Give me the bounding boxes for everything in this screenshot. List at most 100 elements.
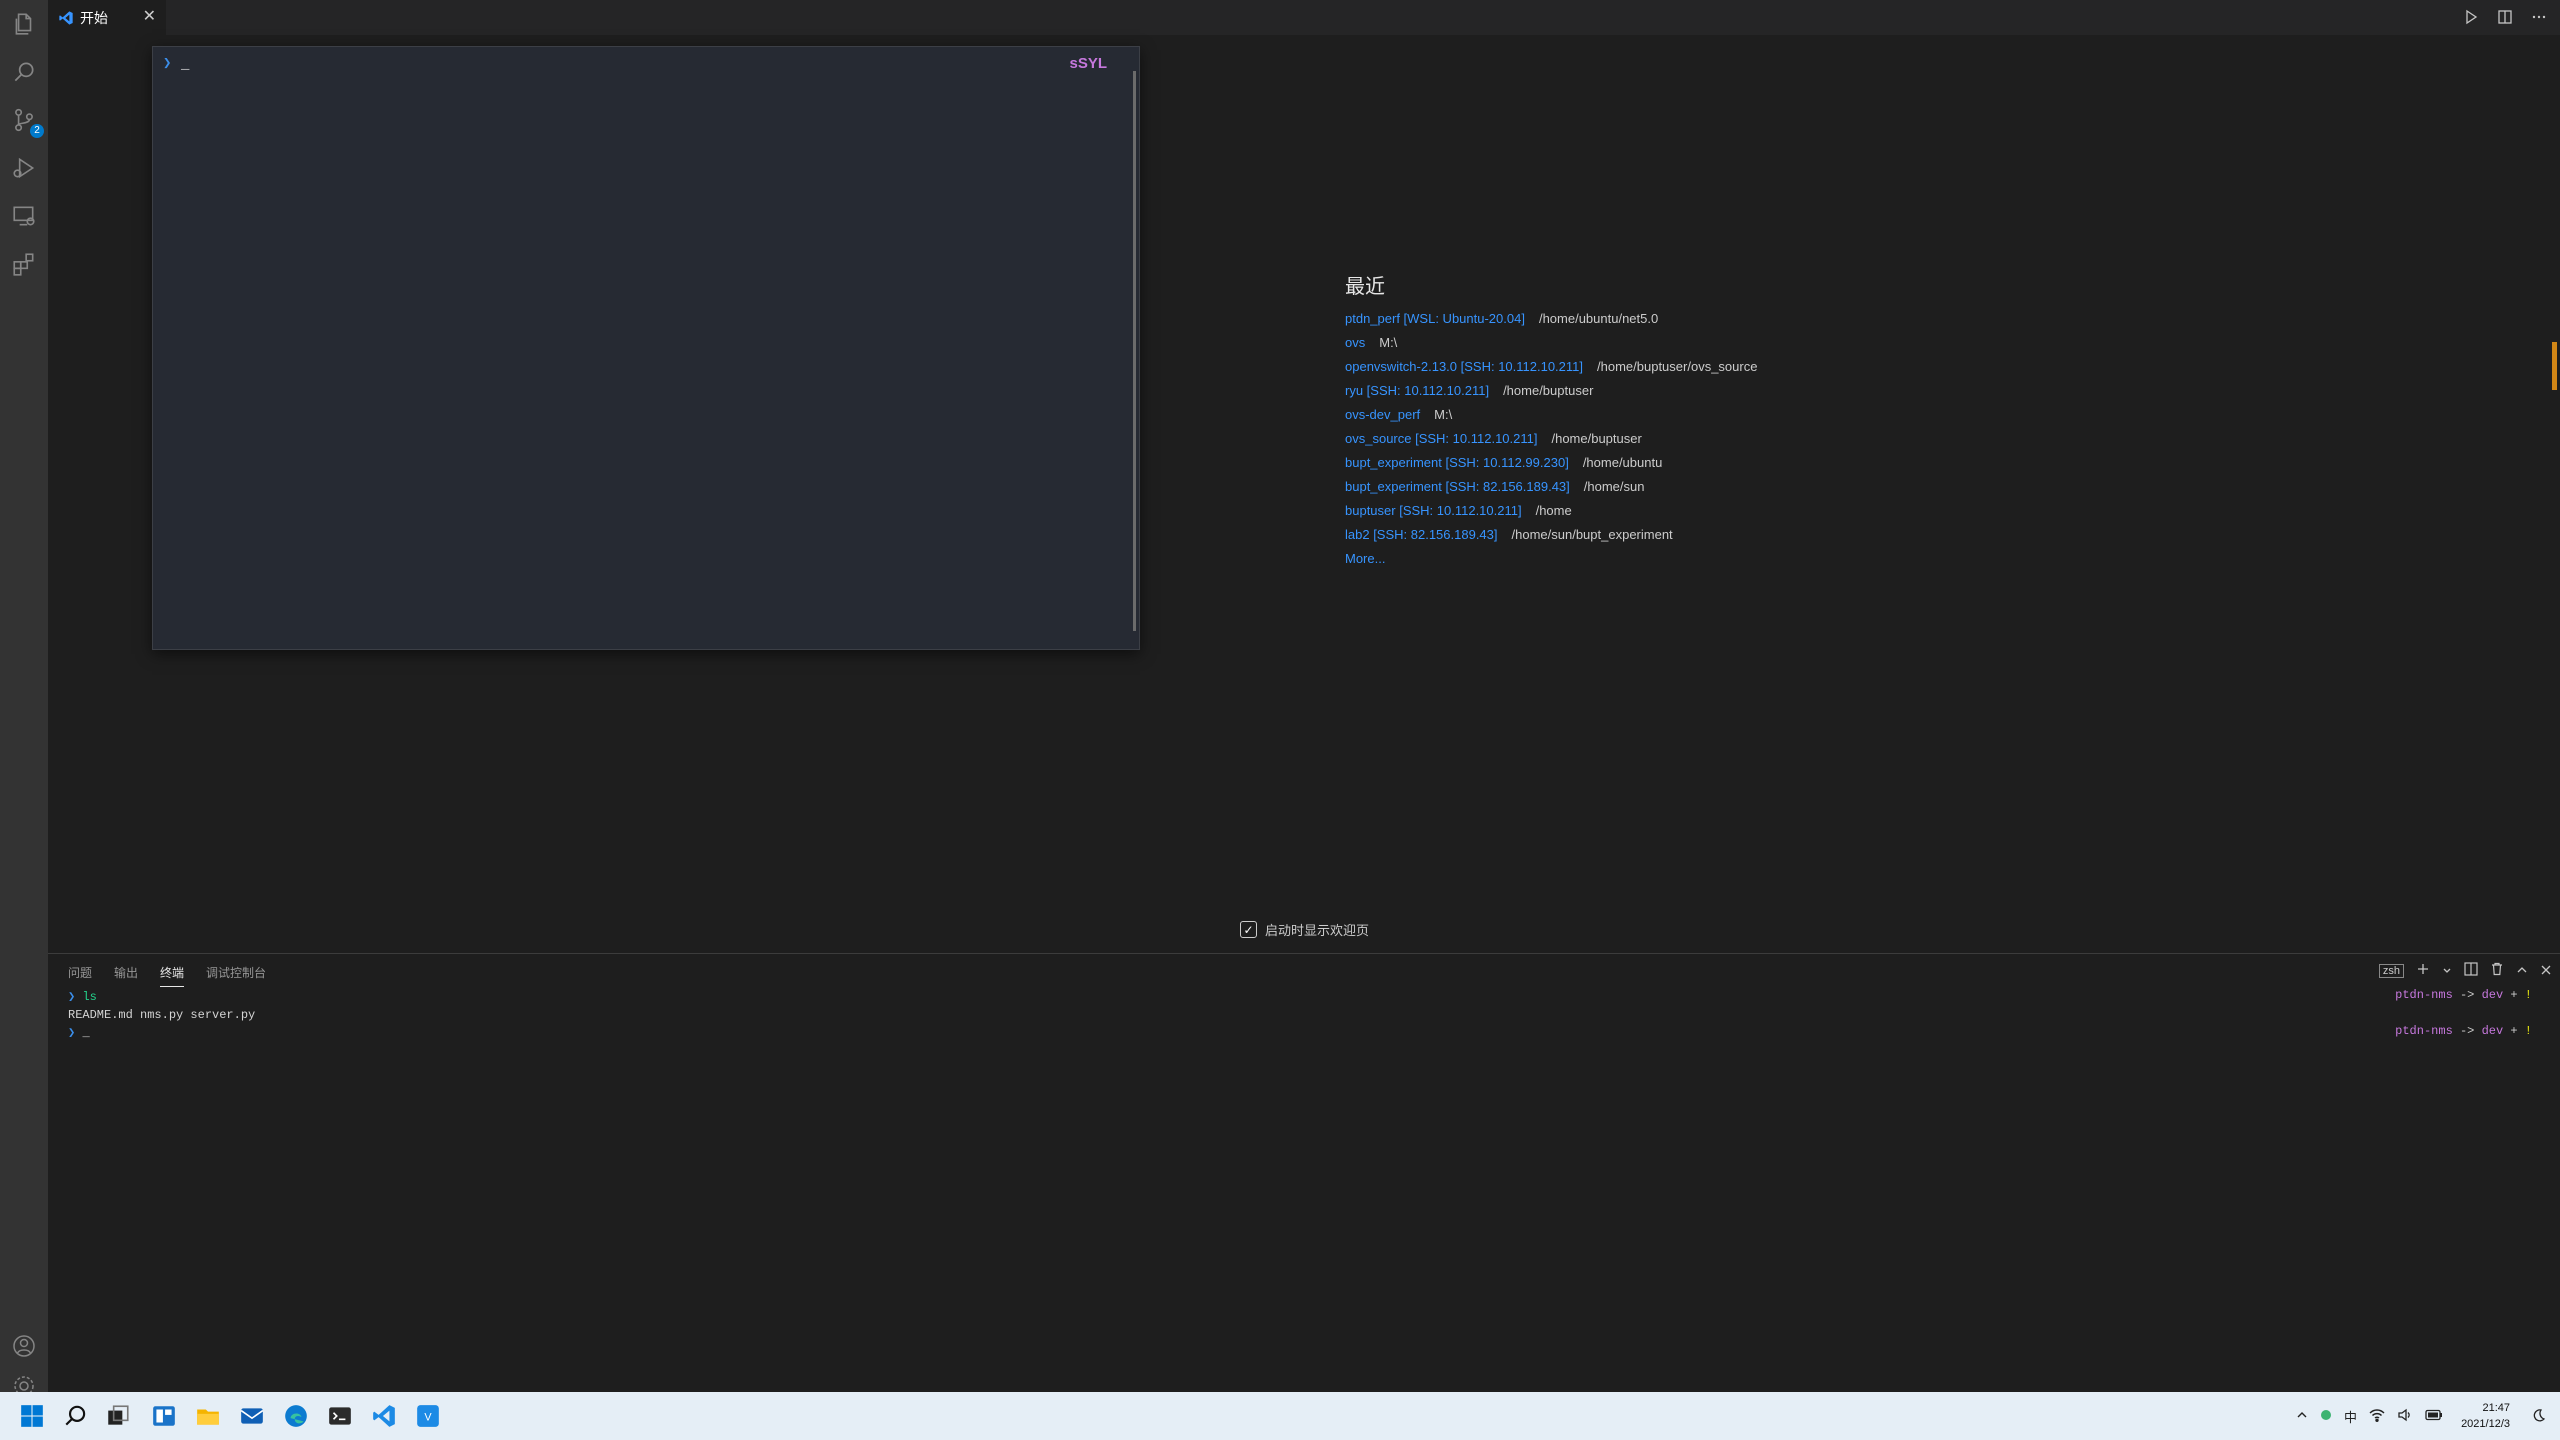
bottom-panel: 问题 输出 终端 调试控制台 zsh ❯ ls README.md nms.py <box>48 953 2560 1393</box>
tab-welcome[interactable]: 开始 ✕ <box>48 0 166 35</box>
tab-terminal[interactable]: 终端 <box>160 964 185 987</box>
panel-tabs: 问题 输出 终端 调试控制台 <box>68 964 266 987</box>
explorer-icon[interactable] <box>8 8 40 40</box>
run-icon[interactable] <box>2460 6 2482 28</box>
windows-start-icon[interactable] <box>16 1400 48 1432</box>
recent-heading: 最近 <box>1345 276 1385 298</box>
windows-terminal-icon[interactable] <box>324 1400 356 1432</box>
run-debug-icon[interactable] <box>8 152 40 184</box>
recent-item: ryu [SSH: 10.112.10.211] /home/buptuser <box>1345 379 1757 403</box>
mail-icon[interactable] <box>236 1400 268 1432</box>
recent-item-path: /home/sun <box>1583 479 1645 494</box>
floating-terminal-title: sSYL <box>1069 55 1107 72</box>
taskbar-clock[interactable]: 21:47 2021/12/3 <box>2461 1400 2510 1432</box>
recent-item-link[interactable]: ovs_source [SSH: 10.112.10.211] <box>1345 431 1537 446</box>
tab-close-icon[interactable]: ✕ <box>143 8 156 26</box>
input-method-indicator[interactable]: 中 <box>2344 1407 2357 1426</box>
recent-item: ovs_source [SSH: 10.112.10.211] /home/bup… <box>1345 427 1757 451</box>
recent-item: lab2 [SSH: 82.156.189.43] /home/sun/bupt_… <box>1345 523 1757 547</box>
vs-app-icon[interactable]: V <box>412 1400 444 1432</box>
recent-item-path: M:\ <box>1379 335 1398 350</box>
clock-time: 21:47 <box>2482 1402 2510 1414</box>
recent-item-link[interactable]: bupt_experiment [SSH: 10.112.99.230] <box>1345 455 1569 470</box>
recent-item-path: /home/ubuntu <box>1582 455 1663 470</box>
rprompt-branch: dev <box>2481 988 2504 1002</box>
activity-bar: 2 <box>0 0 48 1392</box>
account-icon[interactable] <box>8 1330 40 1362</box>
maximize-panel-icon[interactable] <box>2516 963 2528 979</box>
notification-moon-icon[interactable] <box>2532 1408 2546 1425</box>
file-explorer-icon[interactable] <box>192 1400 224 1432</box>
floating-terminal-scrollbar[interactable] <box>1133 71 1136 631</box>
chevron-down-icon[interactable] <box>2442 963 2452 979</box>
recent-item: ovs M:\ <box>1345 331 1757 355</box>
recent-item-link[interactable]: ovs-dev_perf <box>1345 407 1420 422</box>
vscode-taskbar-icon[interactable] <box>368 1400 400 1432</box>
terminal-line: ❯ _ <box>68 1024 255 1042</box>
taskbar-search-icon[interactable] <box>60 1400 92 1432</box>
recent-item: ovs-dev_perf M:\ <box>1345 403 1757 427</box>
clock-date: 2021/12/3 <box>2461 1418 2510 1430</box>
rprompt-bang: ! <box>2524 1024 2532 1038</box>
terminal-prompt: ❯ <box>68 990 76 1004</box>
recent-section: 最近 ptdn_perf [WSL: Ubuntu-20.04] /home/ub… <box>1345 270 1757 571</box>
tray-app-icon[interactable] <box>2320 1409 2332 1424</box>
recent-item-path: /home/buptuser/ovs_source <box>1597 359 1758 374</box>
tab-debug-console[interactable]: 调试控制台 <box>206 964 266 987</box>
recent-item-path: /home/buptuser <box>1551 431 1642 446</box>
source-control-icon[interactable]: 2 <box>8 104 44 138</box>
rprompt-arrow: -> <box>2459 1024 2475 1038</box>
recent-item: bupt_experiment [SSH: 10.112.99.230] /hom… <box>1345 451 1757 475</box>
recent-item-link[interactable]: ovs <box>1345 335 1365 350</box>
recent-item-path: /home/sun/bupt_experiment <box>1511 527 1673 542</box>
rprompt-plus: + <box>2510 988 2518 1002</box>
vscode-icon <box>59 10 73 25</box>
editor-tab-strip: 开始 ✕ <box>48 0 2560 35</box>
terminal-shell-selector[interactable]: zsh <box>2378 963 2404 978</box>
recent-item: bupt_experiment [SSH: 82.156.189.43] /hom… <box>1345 475 1757 499</box>
show-on-startup-checkbox[interactable]: ✓ 启动时显示欢迎页 <box>1240 920 1369 939</box>
recent-item-link[interactable]: openvswitch-2.13.0 [SSH: 10.112.10.211] <box>1345 359 1583 374</box>
show-on-startup-label: 启动时显示欢迎页 <box>1265 923 1370 938</box>
more-actions-icon[interactable] <box>2528 6 2550 28</box>
widgets-icon[interactable] <box>148 1400 180 1432</box>
recent-more-link[interactable]: More... <box>1345 547 1757 571</box>
remote-explorer-icon[interactable] <box>8 200 40 232</box>
floating-terminal-cursor: _ <box>181 57 190 73</box>
recent-item: ptdn_perf [WSL: Ubuntu-20.04] /home/ubunt… <box>1345 307 1757 331</box>
recent-item-link[interactable]: ptdn_perf [WSL: Ubuntu-20.04] <box>1345 311 1525 326</box>
overview-ruler-marker <box>2552 342 2557 390</box>
battery-icon[interactable] <box>2425 1409 2443 1424</box>
terminal-right-prompt: ptdn-nms -> dev + ! <box>2395 1024 2532 1038</box>
tab-output[interactable]: 输出 <box>114 964 138 987</box>
settings-gear-icon[interactable] <box>8 1374 40 1392</box>
extensions-icon[interactable] <box>8 248 40 280</box>
new-terminal-icon[interactable] <box>2416 962 2430 979</box>
volume-icon[interactable] <box>2397 1408 2413 1425</box>
rprompt-plus: + <box>2510 1024 2518 1038</box>
task-view-icon[interactable] <box>102 1400 134 1432</box>
terminal-right-prompt: ptdn-nms -> dev + ! <box>2395 988 2532 1002</box>
recent-item-path: /home/buptuser <box>1503 383 1594 398</box>
recent-item-link[interactable]: lab2 [SSH: 82.156.189.43] <box>1345 527 1498 542</box>
split-editor-icon[interactable] <box>2494 6 2516 28</box>
terminal-output[interactable]: ❯ ls README.md nms.py server.py ❯ _ <box>68 988 255 1042</box>
panel-actions: zsh <box>2378 962 2552 979</box>
tray-overflow-chevron-icon[interactable] <box>2296 1409 2308 1424</box>
tab-problems[interactable]: 问题 <box>68 964 92 987</box>
floating-terminal-window[interactable]: ❯ _ sSYL <box>152 46 1140 650</box>
split-terminal-icon[interactable] <box>2464 962 2478 979</box>
recent-item-link[interactable]: ryu [SSH: 10.112.10.211] <box>1345 383 1489 398</box>
search-icon[interactable] <box>8 56 40 88</box>
recent-item-link[interactable]: buptuser [SSH: 10.112.10.211] <box>1345 503 1522 518</box>
terminal-line: ❯ ls <box>68 988 255 1006</box>
edge-browser-icon[interactable] <box>280 1400 312 1432</box>
recent-item-link[interactable]: bupt_experiment [SSH: 82.156.189.43] <box>1345 479 1570 494</box>
terminal-line: README.md nms.py server.py <box>68 1008 256 1022</box>
wifi-icon[interactable] <box>2369 1408 2385 1425</box>
checkbox-check-icon[interactable]: ✓ <box>1240 921 1257 938</box>
editor-actions <box>2460 6 2550 28</box>
recent-item-path: /home <box>1535 503 1572 518</box>
close-panel-icon[interactable] <box>2540 963 2552 979</box>
trash-icon[interactable] <box>2490 962 2504 979</box>
